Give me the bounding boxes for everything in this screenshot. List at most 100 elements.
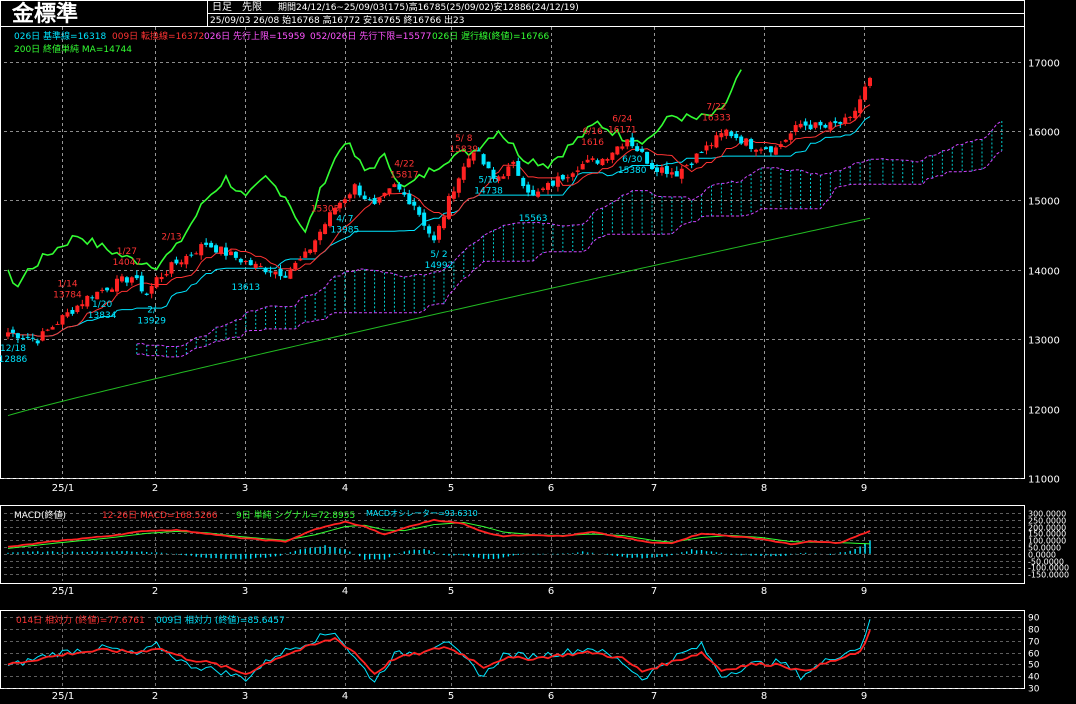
candle-body [531, 189, 536, 195]
annotation-price: 16171 [608, 126, 637, 136]
candle-body [625, 139, 630, 147]
main-y-tick: 11000 [1028, 475, 1060, 486]
candle-body [119, 276, 124, 282]
rsi-y-tick: 70 [1028, 638, 1040, 648]
main-x-tick: 9 [861, 483, 867, 494]
candle-body [788, 133, 793, 140]
candle-body [159, 277, 164, 280]
annotation-price: 14738 [474, 186, 503, 196]
candle-body [659, 167, 664, 173]
candle-body [709, 145, 714, 147]
candle-body [253, 263, 258, 268]
candle-body [823, 124, 828, 128]
candle-body [868, 77, 872, 86]
candle-body [352, 184, 357, 195]
candle-body [432, 235, 437, 241]
main-y-tick: 12000 [1028, 406, 1060, 417]
candle-body [605, 159, 610, 161]
main-y-tick: 15000 [1028, 197, 1060, 208]
candle-body [585, 159, 590, 163]
main-y-tick: 13000 [1028, 336, 1060, 347]
candles [6, 76, 872, 346]
candle-body [635, 146, 640, 152]
candle-body [362, 195, 367, 200]
main-x-tick: 8 [761, 483, 767, 494]
candle-body [20, 338, 25, 340]
candle-body [833, 121, 838, 124]
candle-body [699, 151, 704, 153]
candle-body [209, 242, 214, 248]
candle-body [744, 138, 749, 146]
main-x-tick: 25/1 [52, 483, 74, 494]
candle-body [798, 123, 803, 128]
candle-body [536, 191, 541, 197]
annotation-date: 4/ 7 [336, 214, 353, 224]
candle-body [640, 148, 645, 152]
candle-body [526, 184, 531, 193]
candle-body [674, 171, 679, 177]
main-y-tick: 16000 [1028, 128, 1060, 139]
rsi-x-tick: 8 [761, 691, 767, 702]
rsi-y-tick: 80 [1028, 626, 1040, 636]
candle-body [382, 192, 387, 197]
candle-body [258, 266, 263, 268]
candle-body [575, 170, 580, 172]
candle-body [778, 144, 783, 148]
macd-signal-line [7, 522, 871, 549]
candle-body [65, 312, 70, 317]
rsi-y-tick: 90 [1028, 614, 1040, 624]
candle-body [427, 226, 432, 234]
candle-body [283, 275, 288, 278]
candle-body [669, 172, 674, 175]
annotation-date: 12/18 [0, 344, 26, 354]
candle-body [323, 224, 328, 235]
candle-body [595, 160, 600, 164]
annotation-price: 15563 [519, 214, 548, 224]
candle-body [719, 133, 724, 138]
candle-body [773, 147, 778, 155]
candle-body [630, 137, 635, 147]
candle-body [645, 151, 650, 164]
main-y-tick: 17000 [1028, 59, 1060, 70]
main-grid [4, 27, 1024, 479]
senkou-span-b [136, 150, 1003, 358]
candle-body [105, 287, 110, 291]
candle-body [40, 331, 45, 341]
candle-body [110, 289, 115, 292]
candle-body [248, 260, 253, 266]
candle-body [704, 145, 709, 151]
main-x-tick: 6 [548, 483, 554, 494]
candle-body [367, 199, 372, 201]
candle-body [451, 191, 456, 199]
ichimoku-cloud [136, 120, 1003, 358]
annotation-price: 1616 [581, 138, 604, 148]
rsi-x-tick: 25/1 [52, 691, 74, 702]
macd-x-tick: 2 [152, 586, 158, 597]
rsi-x-tick: 9 [861, 691, 867, 702]
candle-body [759, 149, 764, 151]
candle-body [134, 275, 139, 279]
macd-x-tick: 4 [342, 586, 348, 597]
candle-body [114, 278, 119, 292]
rsi-x-tick: 5 [448, 691, 454, 702]
candle-body [511, 161, 516, 164]
candle-body [298, 258, 303, 261]
rsi-x-tick: 7 [651, 691, 657, 702]
candle-body [233, 251, 238, 258]
candle-body [303, 251, 308, 258]
annotation-date: 6/24 [612, 115, 632, 125]
candle-body [164, 274, 169, 276]
candle-body [783, 139, 788, 142]
candle-body [392, 184, 397, 188]
candle-body [684, 165, 689, 167]
candle-body [768, 146, 773, 153]
candle-body [179, 262, 184, 265]
candle-body [189, 254, 194, 256]
candle-body [139, 275, 144, 292]
candle-body [763, 147, 768, 149]
annotation-date: 6/30 [622, 155, 642, 165]
senkou-span-a [136, 120, 1003, 347]
candle-body [521, 177, 526, 187]
candle-body [223, 247, 228, 256]
candle-body [417, 207, 422, 215]
